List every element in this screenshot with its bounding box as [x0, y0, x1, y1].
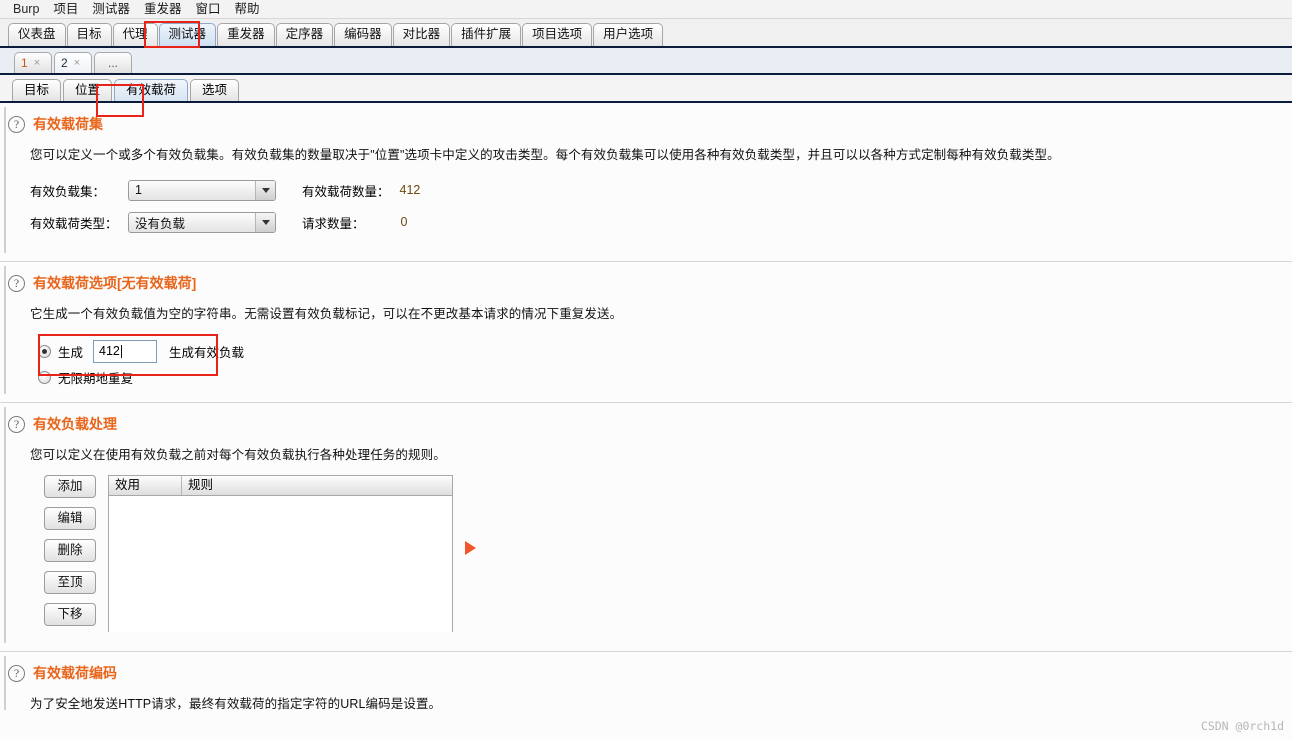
section-header: ? 有效载荷集: [0, 113, 1292, 135]
close-icon[interactable]: ×: [34, 54, 40, 73]
question-mark-icon[interactable]: ?: [8, 115, 25, 133]
section-header: ? 有效载荷编码: [0, 662, 1292, 684]
processing-button-column: 添加 编辑 删除 至顶 下移: [44, 475, 100, 632]
payload-type-select[interactable]: 没有负载: [128, 211, 276, 233]
radio-repeat-label: 无限期地重复: [58, 371, 134, 386]
menu-item-window[interactable]: 窗口: [188, 0, 227, 18]
play-triangle-icon[interactable]: [465, 541, 476, 555]
tab-sequencer[interactable]: 定序器: [275, 23, 334, 46]
text-caret: [120, 344, 122, 358]
sub-tab-payloads[interactable]: 有效载荷: [114, 79, 189, 101]
question-mark-icon[interactable]: ?: [8, 664, 25, 682]
tab-decoder[interactable]: 编码器: [334, 23, 392, 46]
question-mark-icon[interactable]: ?: [8, 415, 25, 433]
section-payload-sets: ? 有效载荷集 您可以定义一个或多个有效负载集。有效负载集的数量取决于"位置"选…: [0, 103, 1292, 255]
attack-tab-2[interactable]: 2 ×: [54, 52, 92, 73]
sub-tab-target[interactable]: 目标: [12, 79, 62, 101]
menu-bar: Burp 项目 测试器 重发器 窗口 帮助: [0, 0, 1292, 19]
section-title: 有效负载处理: [33, 416, 117, 432]
processing-rules-table[interactable]: 效用 规则: [108, 475, 453, 632]
payload-options-radios: 生成 412 生成有效负载 无限期地重复: [0, 338, 1292, 390]
attack-tab-more[interactable]: ...: [94, 52, 132, 73]
menu-item-intruder[interactable]: 测试器: [85, 0, 137, 18]
move-to-top-button[interactable]: 至顶: [44, 571, 96, 594]
sub-tab-options[interactable]: 选项: [190, 79, 240, 101]
close-icon[interactable]: ×: [74, 54, 80, 73]
payload-type-value: 没有负载: [135, 216, 186, 231]
payload-set-value: 1: [135, 183, 142, 197]
generate-row: 生成 412 生成有效负载: [38, 338, 1292, 364]
section-description: 它生成一个有效负载值为空的字符串。无需设置有效负载标记，可以在不更改基本请求的情…: [30, 307, 623, 321]
section-description: 您可以定义在使用有效负载之前对每个有效负载执行各种处理任务的规则。: [30, 448, 446, 462]
radio-repeat-indefinitely[interactable]: [38, 370, 51, 384]
request-count-label: 请求数量：: [302, 216, 365, 231]
section-rail: [4, 407, 6, 643]
column-header-rule: 规则: [188, 478, 214, 492]
payload-set-row: 有效负载集： 1 有效载荷数量： 412: [30, 177, 1292, 203]
menu-item-project[interactable]: 项目: [46, 0, 85, 18]
payload-processing-panel: 添加 编辑 删除 至顶 下移 效用 规则: [0, 475, 1292, 632]
tab-proxy[interactable]: 代理: [112, 23, 158, 46]
section-rail: [4, 107, 6, 253]
section-rail: [4, 656, 6, 710]
tab-intruder[interactable]: 测试器: [158, 23, 217, 46]
generate-suffix-label: 生成有效负载: [169, 345, 245, 360]
section-title: 有效载荷选项[无有效载荷]: [33, 275, 197, 291]
add-button[interactable]: 添加: [44, 475, 96, 498]
payload-set-label: 有效负载集：: [30, 184, 106, 199]
payload-set-select[interactable]: 1: [128, 179, 276, 201]
chevron-down-icon[interactable]: [255, 212, 275, 232]
tab-comparer[interactable]: 对比器: [392, 23, 451, 46]
section-header: ? 有效载荷选项[无有效载荷]: [0, 272, 1292, 294]
section-payload-encoding: ? 有效载荷编码 为了安全地发送HTTP请求，最终有效载荷的指定字符的URL编码…: [0, 652, 1292, 712]
tab-extender[interactable]: 插件扩展: [451, 23, 522, 46]
tab-user-options[interactable]: 用户选项: [593, 23, 664, 46]
generate-count-input[interactable]: 412: [93, 339, 158, 363]
generate-count-value: 412: [99, 344, 120, 358]
payload-count-value: 412: [399, 183, 421, 197]
section-description: 为了安全地发送HTTP请求，最终有效载荷的指定字符的URL编码是设置。: [30, 697, 442, 711]
tab-project-options[interactable]: 项目选项: [522, 23, 593, 46]
section-description: 您可以定义一个或多个有效负载集。有效负载集的数量取决于"位置"选项卡中定义的攻击…: [30, 148, 1060, 162]
request-count-value: 0: [400, 215, 408, 229]
radio-generate[interactable]: [38, 344, 51, 358]
delete-button[interactable]: 删除: [44, 539, 96, 562]
table-header-row: 效用 规则: [109, 476, 452, 496]
section-title: 有效载荷编码: [33, 665, 117, 681]
section-header: ? 有效负载处理: [0, 413, 1292, 435]
section-payload-options: ? 有效载荷选项[无有效载荷] 它生成一个有效负载值为空的字符串。无需设置有效负…: [0, 262, 1292, 396]
move-down-button[interactable]: 下移: [44, 603, 96, 626]
sub-tab-positions[interactable]: 位置: [63, 79, 113, 101]
attack-tab-1[interactable]: 1 ×: [14, 52, 52, 73]
radio-generate-label: 生成: [58, 345, 84, 360]
tab-target[interactable]: 目标: [66, 23, 112, 46]
menu-item-burp[interactable]: Burp: [6, 0, 46, 18]
attack-tab-1-label: 1: [21, 55, 28, 70]
attack-tab-2-label: 2: [61, 55, 68, 70]
payload-type-label: 有效载荷类型：: [30, 216, 118, 231]
sub-tab-bar: 目标 位置 有效载荷 选项: [0, 75, 1292, 103]
attack-tab-bar: 1 × 2 × ...: [0, 48, 1292, 75]
column-header-enabled: 效用: [109, 476, 182, 495]
chevron-down-icon[interactable]: [255, 180, 275, 200]
main-tab-bar: 仪表盘 目标 代理 测试器 重发器 定序器 编码器 对比器 插件扩展 项目选项 …: [0, 19, 1292, 48]
burp-suite-window: Burp 项目 测试器 重发器 窗口 帮助 仪表盘 目标 代理 测试器 重发器 …: [0, 0, 1292, 739]
payload-type-row: 有效载荷类型： 没有负载 请求数量： 0: [30, 209, 1292, 235]
payload-count-label: 有效载荷数量：: [302, 184, 390, 199]
payload-sets-form: 有效负载集： 1 有效载荷数量： 412 有效载荷类型： 没有负载 请求数量： …: [0, 177, 1292, 235]
tab-repeater[interactable]: 重发器: [217, 23, 275, 46]
tab-dashboard[interactable]: 仪表盘: [8, 23, 66, 46]
watermark: CSDN @0rch1d: [1200, 719, 1284, 733]
menu-item-help[interactable]: 帮助: [227, 0, 266, 18]
section-title: 有效载荷集: [33, 116, 103, 132]
table-body[interactable]: [109, 496, 452, 632]
menu-item-repeater[interactable]: 重发器: [137, 0, 189, 18]
section-payload-processing: ? 有效负载处理 您可以定义在使用有效负载之前对每个有效负载执行各种处理任务的规…: [0, 403, 1292, 645]
repeat-row: 无限期地重复: [38, 364, 1292, 390]
question-mark-icon[interactable]: ?: [8, 274, 25, 292]
edit-button[interactable]: 编辑: [44, 507, 96, 530]
